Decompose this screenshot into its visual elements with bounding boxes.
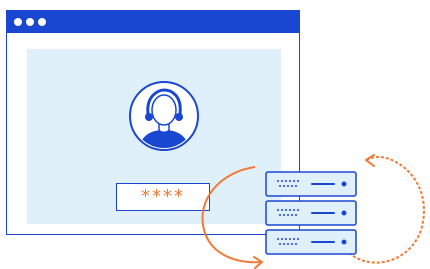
- server-rack-icon: [265, 171, 357, 255]
- server-sync-illustration: [201, 154, 425, 269]
- sync-arrow-right-icon: [348, 156, 425, 264]
- sync-arrowhead-right-icon: [365, 154, 375, 167]
- sync-arrow-left-icon: [201, 166, 263, 264]
